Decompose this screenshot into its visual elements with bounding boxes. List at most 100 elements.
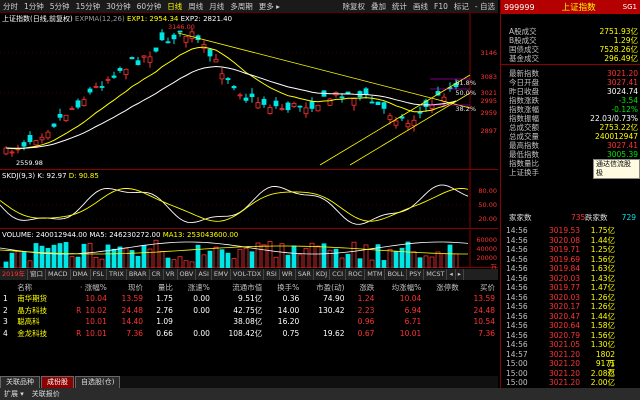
candle-body <box>219 73 225 80</box>
candle-body <box>39 136 45 141</box>
column-header[interactable]: 涨速% <box>176 281 213 293</box>
toolbar-action[interactable]: 统计 <box>389 0 410 13</box>
indicator-tab[interactable]: PSY <box>407 269 425 280</box>
bottom-tab[interactable]: 关联品种 <box>0 376 40 388</box>
table-row[interactable]: 2 晶方科技 R 10.02 24.48 2.76 0.00 42.75亿 14.00 130.4… <box>0 305 498 317</box>
column-header[interactable]: 涨跌 <box>348 281 378 293</box>
volume-bar <box>243 247 249 268</box>
indicator-tab[interactable]: 2019年 <box>0 269 29 280</box>
volume-bar <box>411 251 417 268</box>
indicator-tab[interactable]: VR <box>164 269 178 280</box>
indicator-tab[interactable]: CCI <box>330 269 347 280</box>
column-header[interactable]: 市盈(动) <box>302 281 347 293</box>
volume-bar <box>81 243 87 268</box>
column-header[interactable]: 量比 <box>146 281 176 293</box>
expand-menu[interactable]: 扩展 ▾ <box>0 389 28 399</box>
indicator-tab[interactable]: FSL <box>91 269 107 280</box>
cell-bid: 24.48 <box>473 305 495 315</box>
column-header[interactable]: 买价 <box>462 281 498 293</box>
period-tab[interactable]: 60分钟 <box>134 0 165 13</box>
period-tab[interactable]: 分时 <box>0 0 21 13</box>
cell-cap: 108.42亿 <box>228 328 263 338</box>
tick-row: 15:00 3021.20 2.00亿 <box>501 378 640 387</box>
period-tab[interactable]: 30分钟 <box>103 0 134 13</box>
skdj-panel[interactable]: SKDJ(9,3) K: 92.97 D: 90.85 80.00 50.00 … <box>0 171 498 229</box>
indicator-tab[interactable]: SAR <box>296 269 314 280</box>
cell-lim <box>424 305 462 317</box>
margin-flag: R <box>76 305 82 315</box>
period-tab[interactable]: 日线 <box>164 0 185 13</box>
skdj-title: SKDJ(9,3) <box>2 172 36 180</box>
cell-lim <box>424 328 462 340</box>
indicator-tab[interactable]: BOLL <box>385 269 408 280</box>
table-row[interactable]: 4 金龙科技 R 10.01 7.36 0.66 0.00 108.42亿 0.75 19.62 0… <box>0 328 498 340</box>
bottom-tab[interactable]: 自选股(仓) <box>75 376 121 388</box>
period-tab[interactable]: 月线 <box>206 0 227 13</box>
indicator-tab[interactable]: TRIX <box>107 269 127 280</box>
table-row[interactable]: 1 南华期货 10.04 13.59 1.75 0.00 9.51亿 0.36 74.90 1.2… <box>0 293 498 305</box>
volume-bar <box>87 242 93 268</box>
column-header[interactable]: 现价 <box>110 281 146 293</box>
indicator-tab[interactable]: WR <box>280 269 296 280</box>
column-header[interactable]: 均涨幅% <box>377 281 424 293</box>
toolbar-action[interactable]: 画线 <box>410 0 431 13</box>
indicator-tab[interactable]: ASI <box>196 269 212 280</box>
candle-body <box>45 131 51 139</box>
toolbar-action[interactable]: F10 <box>431 0 451 13</box>
column-header[interactable] <box>0 281 14 293</box>
indicator-tab[interactable]: VOL-TDX <box>231 269 265 280</box>
indicator-tab[interactable]: ROC <box>346 269 366 280</box>
column-header[interactable]: · 涨幅% <box>62 281 110 293</box>
period-tab[interactable]: 5分钟 <box>47 0 73 13</box>
indicator-tab[interactable]: BRAR <box>127 269 150 280</box>
candlestick-chart[interactable]: 上证指数(日线,前复权) EXPMA(12,26) EXP1: 2954.34 … <box>0 13 498 170</box>
indicator-tab[interactable]: ▸ <box>456 269 464 280</box>
period-tab[interactable]: 多周期 <box>227 0 256 13</box>
indicator-tab[interactable]: CR <box>150 269 164 280</box>
volume-bar <box>285 254 291 268</box>
volume-bar <box>453 253 459 268</box>
indicator-tab[interactable]: 窗口 <box>28 269 47 280</box>
column-header[interactable]: 名称 <box>14 281 61 293</box>
indicator-tab[interactable]: RSI <box>264 269 280 280</box>
tick-row: 14:56 3020.47 1.44亿 <box>501 312 640 321</box>
table-row[interactable]: 3 聪高科 10.01 14.40 1.09 38.08亿 16.20 0.96 6.71 10.… <box>0 316 498 328</box>
volume-panel[interactable]: VOLUME: 240012944.00 MA5: 246230272.00 M… <box>0 230 498 271</box>
column-header[interactable]: 涨停数 <box>424 281 462 293</box>
bottom-tab[interactable]: 成份股 <box>41 376 74 388</box>
indicator-tab[interactable]: MTM <box>365 269 386 280</box>
period-tab[interactable]: 15分钟 <box>73 0 104 13</box>
indicator-tab[interactable]: MACD <box>46 269 71 280</box>
field-label: 今日开盘 <box>509 78 539 87</box>
indicator-tab[interactable]: ◂ <box>447 269 456 280</box>
period-tab[interactable]: 1分钟 <box>21 0 47 13</box>
indicator-tab[interactable]: EMV <box>212 269 232 280</box>
skdj-d-label: D: 90.85 <box>68 172 99 180</box>
margin-flag: R <box>76 328 82 338</box>
toolbar-action[interactable]: 叠加 <box>368 0 389 13</box>
cell-pe: 74.90 <box>323 294 345 304</box>
related-quote-link[interactable]: 关联报价 <box>28 389 64 399</box>
indicator-tab[interactable]: MCST <box>424 269 448 280</box>
volume-bar <box>237 248 243 268</box>
tick-p: 3020.79 <box>549 330 581 340</box>
indicator-tab[interactable]: KDJ <box>314 269 331 280</box>
column-header[interactable]: 流通市值 <box>213 281 265 293</box>
volume-bar <box>57 243 63 268</box>
cell-idx: 3 <box>3 317 8 327</box>
period-tab[interactable]: 周线 <box>185 0 206 13</box>
period-tab[interactable]: 更多 ▸ <box>256 0 283 13</box>
toolbar-action[interactable]: 标记 <box>451 0 472 13</box>
panel-badge[interactable]: SG1 <box>623 3 637 11</box>
column-header[interactable]: 换手% <box>265 281 302 293</box>
cell-vr: 0.66 <box>156 328 173 338</box>
high-price-mark: 3146.00 <box>168 23 195 31</box>
cell-chg: 0.67 <box>357 328 375 338</box>
toolbar-action[interactable]: - 自选 <box>472 0 498 13</box>
cell-pct: 10.01 <box>62 316 110 328</box>
toolbar-action[interactable]: 除复权 <box>340 0 369 13</box>
indicator-tab[interactable]: OBV <box>178 269 197 280</box>
cell-vr: 1.09 <box>156 317 173 327</box>
indicator-tab[interactable]: DMA <box>71 269 91 280</box>
cell-turn: 0.75 <box>282 328 300 338</box>
